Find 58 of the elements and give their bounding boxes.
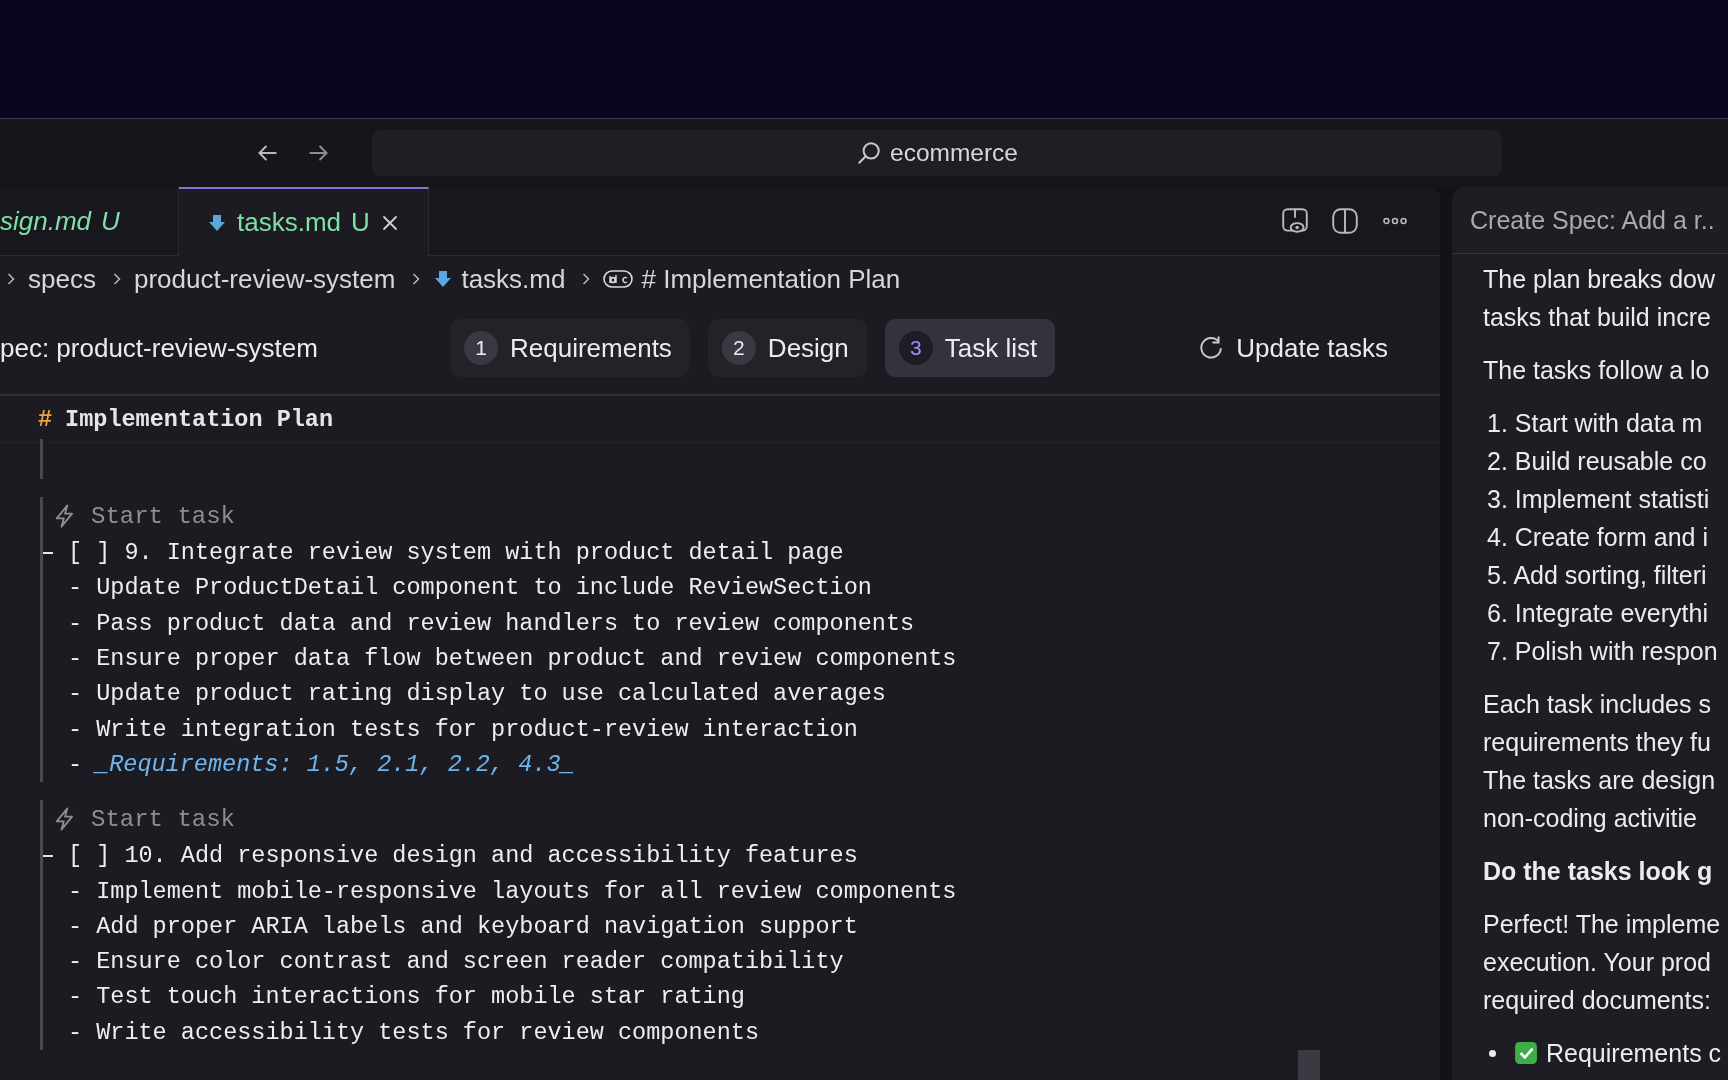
search-field[interactable]: ecommerce (372, 130, 1502, 176)
breadcrumb-item[interactable]: tasks.md (461, 263, 566, 295)
update-tasks-button[interactable]: Update tasks (1192, 331, 1394, 365)
scrollbar-thumb[interactable] (1298, 1050, 1320, 1080)
list-item: 6. Integrate everythi (1486, 598, 1709, 629)
step-tab[interactable]: 3 Task list (884, 319, 1056, 377)
chat-paragraph: The tasks follow a lo (1483, 355, 1711, 386)
refresh-icon (1198, 335, 1225, 361)
code-line: - Pass product data and review handlers to review components (68, 609, 915, 637)
code-heading: Implementation Plan (65, 405, 334, 433)
file-icon (433, 269, 454, 289)
code-line: [ ] 10. Add responsive design and accessibility features (68, 842, 858, 870)
start-task-link[interactable]: Start task (43, 497, 1440, 535)
start-task-link[interactable]: Start task (43, 800, 1440, 839)
chat-title: Create Spec: Add a r.. (1470, 205, 1715, 235)
list-item: 1. Start with data m (1486, 408, 1704, 439)
breadcrumb-item[interactable]: # Implementation Plan (641, 263, 901, 295)
list-item: 5. Add sorting, filteri (1486, 560, 1708, 591)
breadcrumb-item[interactable]: specs (28, 263, 96, 295)
file-icon (207, 212, 227, 233)
chat-paragraph: Each task includes s requirements they fu The tasks are design non-coding activitie (1483, 689, 1717, 834)
heading-mark: # (38, 405, 53, 433)
code-line: - Write integration tests for product-review interaction (68, 715, 858, 743)
code-line: - Write accessibility tests for review components (68, 1018, 759, 1046)
code-line: - Ensure color contrast and screen reader compatibility (68, 948, 844, 976)
code-line: [ ] 9. Integrate review system with product detail page (68, 539, 844, 567)
git-status: U (101, 205, 120, 237)
list-item: 7. Polish with respon (1486, 636, 1719, 667)
editor-tab[interactable]: tasks.md U (179, 187, 429, 256)
split-editor-icon[interactable] (1330, 206, 1360, 236)
chat-paragraph: Perfect! The impleme execution. Your prod required documents: (1483, 909, 1722, 1016)
code-line: - Test touch interactions for mobile star rating (68, 983, 745, 1011)
git-status: U (351, 207, 370, 238)
bullet-dot (1489, 1049, 1496, 1057)
tab-label: sign.md (0, 205, 92, 237)
search-icon (856, 140, 882, 166)
step-tab[interactable]: 1 Requirements (450, 319, 690, 377)
code-line: - Update ProductDetail component to include ReviewSection (68, 574, 872, 602)
chat-paragraph: The plan breaks dow tasks that build incre (1483, 264, 1717, 333)
list-item: Requirements c (1546, 1038, 1722, 1069)
preview-icon[interactable] (1280, 206, 1310, 236)
breadcrumb-item[interactable]: product-review-system (133, 263, 396, 295)
code-line: - Implement mobile-responsive layouts for all review components (68, 877, 957, 905)
tab-label: tasks.md (237, 207, 342, 238)
step-number: 1 (464, 331, 498, 365)
list-item: 4. Create form and i (1486, 522, 1709, 553)
code-line: - Update product rating display to use calculated averages (68, 680, 886, 708)
step-number: 3 (898, 331, 933, 365)
list-item: 3. Implement statisti (1486, 484, 1711, 515)
step-tab[interactable]: 2 Design (707, 319, 867, 377)
chat-paragraph: Do the tasks look g (1483, 856, 1714, 887)
step-number: 2 (721, 331, 756, 365)
code-line: - Ensure proper data flow between product and review components (68, 645, 957, 673)
list-bullet: - (68, 750, 83, 778)
code-line: - Add proper ARIA labels and keyboard navigation support (68, 912, 858, 940)
spec-title: pec: product-review-system (0, 332, 319, 364)
requirements-text: _Requirements: 1.5, 2.1, 2.2, 4.3_ (95, 750, 575, 778)
list-item: 2. Build reusable co (1486, 446, 1708, 477)
